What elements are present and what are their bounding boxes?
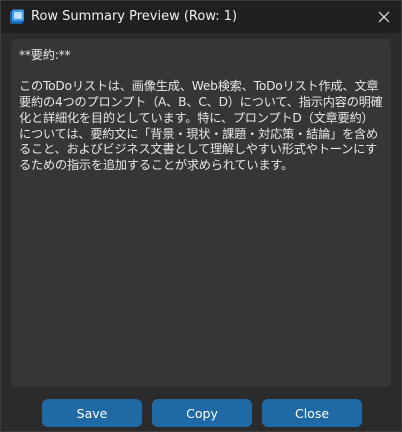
app-icon — [9, 9, 25, 25]
close-button[interactable]: Close — [262, 399, 362, 427]
dialog-window: Row Summary Preview (Row: 1) **要約:** このT… — [0, 0, 402, 432]
close-icon[interactable] — [367, 1, 401, 33]
save-button[interactable]: Save — [42, 399, 142, 427]
title-bar[interactable]: Row Summary Preview (Row: 1) — [1, 1, 401, 33]
copy-button[interactable]: Copy — [152, 399, 252, 427]
window-title: Row Summary Preview (Row: 1) — [31, 9, 238, 24]
summary-text-area[interactable]: **要約:** このToDoリストは、画像生成、Web検索、ToDoリスト作成、… — [11, 39, 391, 387]
